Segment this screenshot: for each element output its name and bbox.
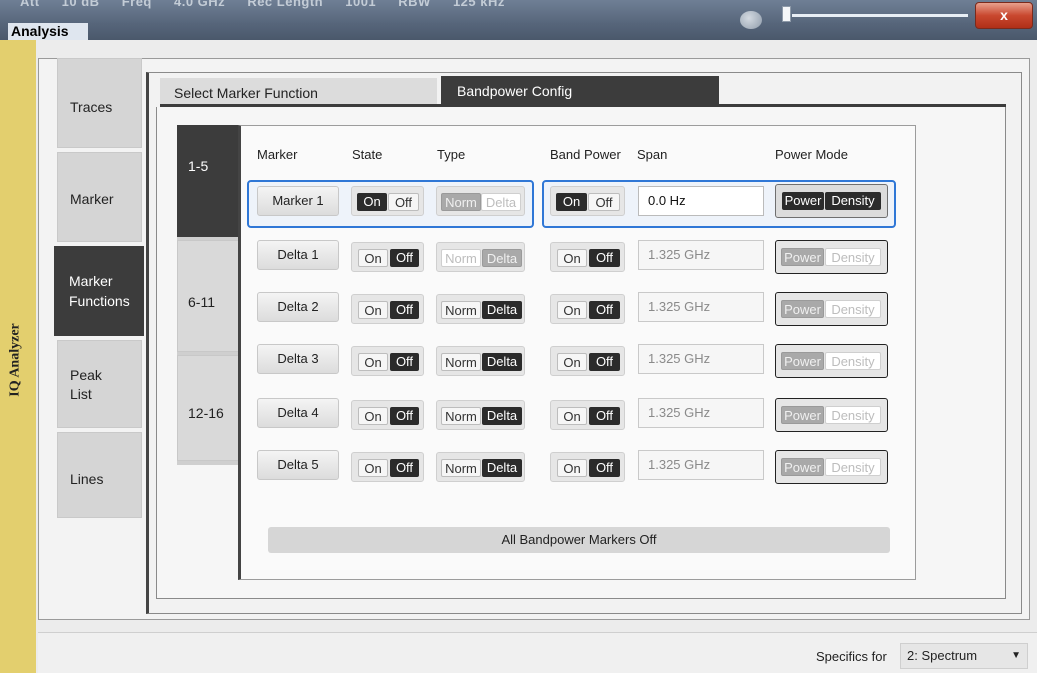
delta-1-button[interactable]: Delta 1 — [257, 240, 339, 270]
type-toggle[interactable]: Norm Delta — [436, 294, 525, 324]
header-type: Type — [437, 147, 466, 162]
specifics-value: 2: Spectrum — [907, 648, 978, 663]
power-mode-toggle[interactable]: Power Density — [775, 344, 888, 378]
state-toggle[interactable]: On Off — [351, 186, 424, 216]
power-mode-toggle[interactable]: Power Density — [775, 184, 888, 218]
chevron-down-icon: ▼ — [1011, 650, 1021, 661]
side-tab-label: Lines — [70, 471, 104, 487]
type-toggle[interactable]: Norm Delta — [436, 400, 525, 430]
power-mode-toggle[interactable]: Power Density — [775, 240, 888, 274]
header-marker: Marker — [257, 147, 298, 162]
status-strip: Att 10 dB Freq 4.0 GHz Rec Length 1001 R… — [20, 0, 505, 9]
side-tab-label-line2: Functions — [69, 293, 130, 309]
type-toggle[interactable]: Norm Delta — [436, 452, 525, 482]
power-mode-toggle[interactable]: Power Density — [775, 398, 888, 432]
span-input[interactable]: 1.325 GHz — [638, 398, 764, 428]
delta-3-button[interactable]: Delta 3 — [257, 344, 339, 374]
header-power-mode: Power Mode — [775, 147, 848, 162]
span-input[interactable]: 0.0 Hz — [638, 186, 764, 216]
side-tab-label-line2: List — [70, 386, 92, 402]
transparency-slider-thumb[interactable] — [782, 6, 791, 22]
side-tab-marker-functions[interactable]: Marker Functions — [54, 246, 144, 336]
band-power-toggle[interactable]: On Off — [550, 186, 625, 216]
all-bandpower-markers-off-button[interactable]: All Bandpower Markers Off — [268, 527, 890, 553]
span-input[interactable]: 1.325 GHz — [638, 450, 764, 480]
state-toggle[interactable]: On Off — [351, 294, 424, 324]
span-input[interactable]: 1.325 GHz — [638, 344, 764, 374]
close-button[interactable]: x — [975, 2, 1033, 29]
disc-icon — [740, 11, 762, 29]
state-toggle[interactable]: On Off — [351, 346, 424, 376]
bottom-bar — [38, 632, 1037, 673]
band-power-toggle[interactable]: On Off — [550, 400, 625, 430]
side-tab-label-line1: Peak — [70, 367, 102, 383]
tab-select-marker-function[interactable]: Select Marker Function — [160, 78, 437, 105]
band-power-toggle[interactable]: On Off — [550, 346, 625, 376]
window-titlebar: Att 10 dB Freq 4.0 GHz Rec Length 1001 R… — [0, 0, 1037, 40]
span-input[interactable]: 1.325 GHz — [638, 292, 764, 322]
range-tab-1-5[interactable]: 1-5 — [177, 125, 239, 237]
delta-4-button[interactable]: Delta 4 — [257, 398, 339, 428]
header-span: Span — [637, 147, 668, 162]
state-toggle[interactable]: On Off — [351, 242, 424, 272]
delta-2-button[interactable]: Delta 2 — [257, 292, 339, 322]
side-tab-traces[interactable]: Traces — [57, 58, 142, 148]
power-mode-toggle[interactable]: Power Density — [775, 292, 888, 326]
span-input[interactable]: 1.325 GHz — [638, 240, 764, 270]
side-tab-marker[interactable]: Marker — [57, 152, 142, 242]
header-state: State — [352, 147, 383, 162]
range-tab-12-16[interactable]: 12-16 — [177, 355, 239, 461]
band-power-toggle[interactable]: On Off — [550, 452, 625, 482]
specifics-label: Specifics for — [816, 649, 887, 664]
specifics-select[interactable]: 2: Spectrum ▼ — [900, 643, 1028, 669]
power-mode-toggle[interactable]: Power Density — [775, 450, 888, 484]
side-tab-label-line1: Marker — [69, 273, 113, 289]
type-toggle[interactable]: Norm Delta — [436, 186, 525, 216]
tab-bandpower-config[interactable]: Bandpower Config — [441, 76, 719, 106]
state-toggle[interactable]: On Off — [351, 452, 424, 482]
window-title: Analysis — [8, 23, 88, 40]
transparency-slider-track[interactable] — [792, 14, 968, 17]
side-tab-peak-list[interactable]: Peak List — [57, 340, 142, 428]
side-tab-label: Marker — [70, 191, 114, 207]
range-tab-6-11[interactable]: 6-11 — [177, 240, 239, 352]
type-toggle[interactable]: Norm Delta — [436, 346, 525, 376]
band-power-toggle[interactable]: On Off — [550, 294, 625, 324]
application-label: IQ Analyzer — [7, 323, 23, 397]
marker-1-button[interactable]: Marker 1 — [257, 186, 339, 216]
type-toggle[interactable]: Norm Delta — [436, 242, 525, 272]
side-tab-label: Traces — [70, 99, 113, 115]
state-toggle[interactable]: On Off — [351, 400, 424, 430]
header-band-power: Band Power — [550, 147, 621, 162]
side-tab-lines[interactable]: Lines — [57, 432, 142, 518]
delta-5-button[interactable]: Delta 5 — [257, 450, 339, 480]
band-power-toggle[interactable]: On Off — [550, 242, 625, 272]
